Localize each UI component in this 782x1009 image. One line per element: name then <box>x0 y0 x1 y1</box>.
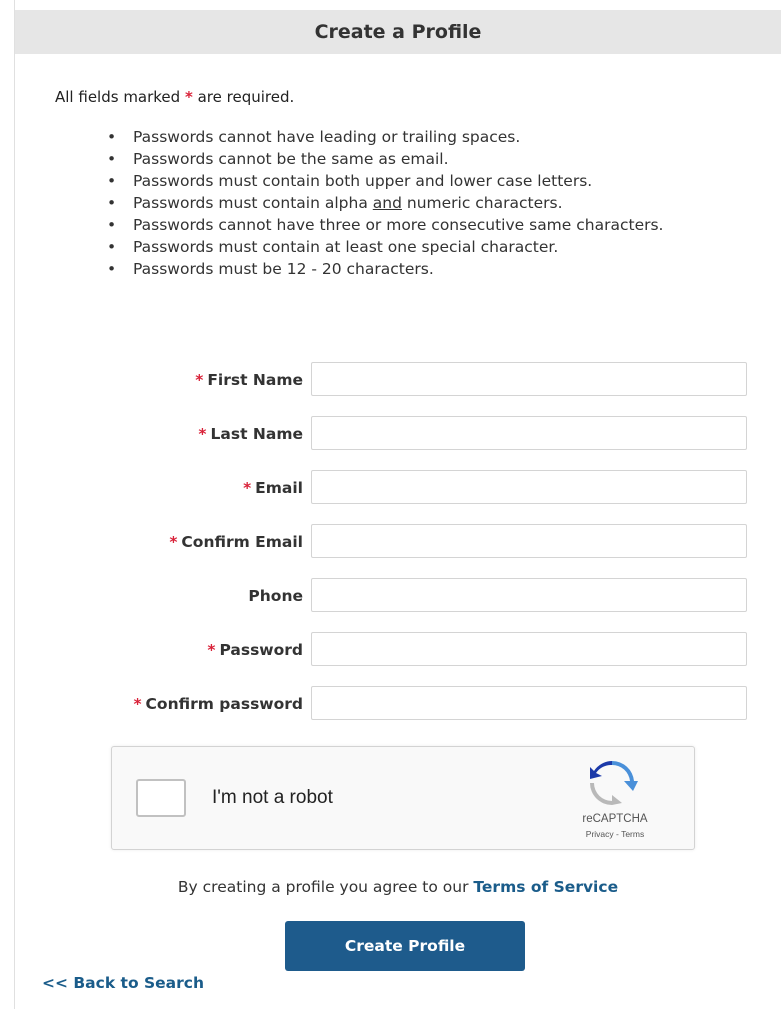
terms-of-service-link[interactable]: Terms of Service <box>473 878 618 896</box>
back-to-search-link[interactable]: << Back to Search <box>42 974 204 992</box>
create-profile-button[interactable]: Create Profile <box>285 921 525 971</box>
password-rule-text: numeric characters. <box>401 194 563 212</box>
first-name-label: * First Name <box>195 362 303 398</box>
email-field[interactable] <box>311 470 747 504</box>
password-rules-list: Passwords cannot have leading or trailin… <box>107 126 747 280</box>
last-name-field[interactable] <box>311 416 747 450</box>
email-label-text: Email <box>255 479 303 497</box>
password-rule: Passwords must contain alpha and numeric… <box>107 192 747 214</box>
password-label-text: Password <box>219 641 303 659</box>
email-label: * Email <box>243 470 303 506</box>
recaptcha-brand: reCAPTCHA <box>582 813 648 825</box>
password-rule: Passwords cannot have three or more cons… <box>107 214 747 236</box>
confirm-email-label-text: Confirm Email <box>181 533 303 551</box>
required-fields-note: All fields marked * are required. <box>55 88 294 106</box>
agreement-text: By creating a profile you agree to our <box>177 878 474 896</box>
create-profile-panel: Create a Profile All fields marked * are… <box>14 0 781 1009</box>
required-note-before: All fields marked <box>55 88 185 106</box>
confirm-email-field[interactable] <box>311 524 747 558</box>
password-rule: Passwords must be 12 - 20 characters. <box>107 258 747 280</box>
confirm-email-row: * Confirm Email <box>15 524 781 560</box>
phone-field[interactable] <box>311 578 747 612</box>
phone-label-text: Phone <box>248 587 303 605</box>
recaptcha-links: Privacy - Terms <box>560 829 670 839</box>
first-name-row: * First Name <box>15 362 781 398</box>
last-name-label-text: Last Name <box>210 425 303 443</box>
terms-agreement: By creating a profile you agree to our T… <box>15 878 781 896</box>
required-star: * <box>198 425 207 443</box>
confirm-password-field[interactable] <box>311 686 747 720</box>
page-title: Create a Profile <box>15 10 781 54</box>
recaptcha-terms-link[interactable]: Terms <box>621 829 644 839</box>
required-note-after: are required. <box>192 88 295 106</box>
phone-label: Phone <box>244 578 303 614</box>
phone-row: Phone <box>15 578 781 614</box>
password-rule: Passwords must contain at least one spec… <box>107 236 747 258</box>
confirm-email-label: * Confirm Email <box>169 524 303 560</box>
email-row: * Email <box>15 470 781 506</box>
recaptcha-link-separator: - <box>613 829 622 839</box>
recaptcha-label: I'm not a robot <box>212 787 333 808</box>
password-rule-underlined-word: and <box>372 194 402 212</box>
required-star: * <box>207 641 216 659</box>
required-star: * <box>184 88 193 106</box>
confirm-password-label-text: Confirm password <box>145 695 303 713</box>
password-row: * Password <box>15 632 781 668</box>
recaptcha-checkbox[interactable] <box>136 779 186 817</box>
password-rule-text: Passwords must contain alpha <box>133 194 373 212</box>
password-rule: Passwords must contain both upper and lo… <box>107 170 747 192</box>
confirm-password-label: * Confirm password <box>133 686 303 722</box>
required-star: * <box>243 479 252 497</box>
required-star: * <box>169 533 178 551</box>
confirm-password-row: * Confirm password <box>15 686 781 722</box>
required-star: * <box>195 371 204 389</box>
password-rule: Passwords cannot have leading or trailin… <box>107 126 747 148</box>
recaptcha-logo-icon <box>590 761 638 805</box>
password-field[interactable] <box>311 632 747 666</box>
recaptcha-widget: I'm not a robot reCAPTCHA Privacy - Term… <box>111 746 695 850</box>
last-name-label: * Last Name <box>198 416 303 452</box>
recaptcha-privacy-link[interactable]: Privacy <box>586 829 614 839</box>
first-name-field[interactable] <box>311 362 747 396</box>
password-rule: Passwords cannot be the same as email. <box>107 148 747 170</box>
password-label: * Password <box>207 632 303 668</box>
last-name-row: * Last Name <box>15 416 781 452</box>
first-name-label-text: First Name <box>207 371 303 389</box>
required-star: * <box>133 695 142 713</box>
